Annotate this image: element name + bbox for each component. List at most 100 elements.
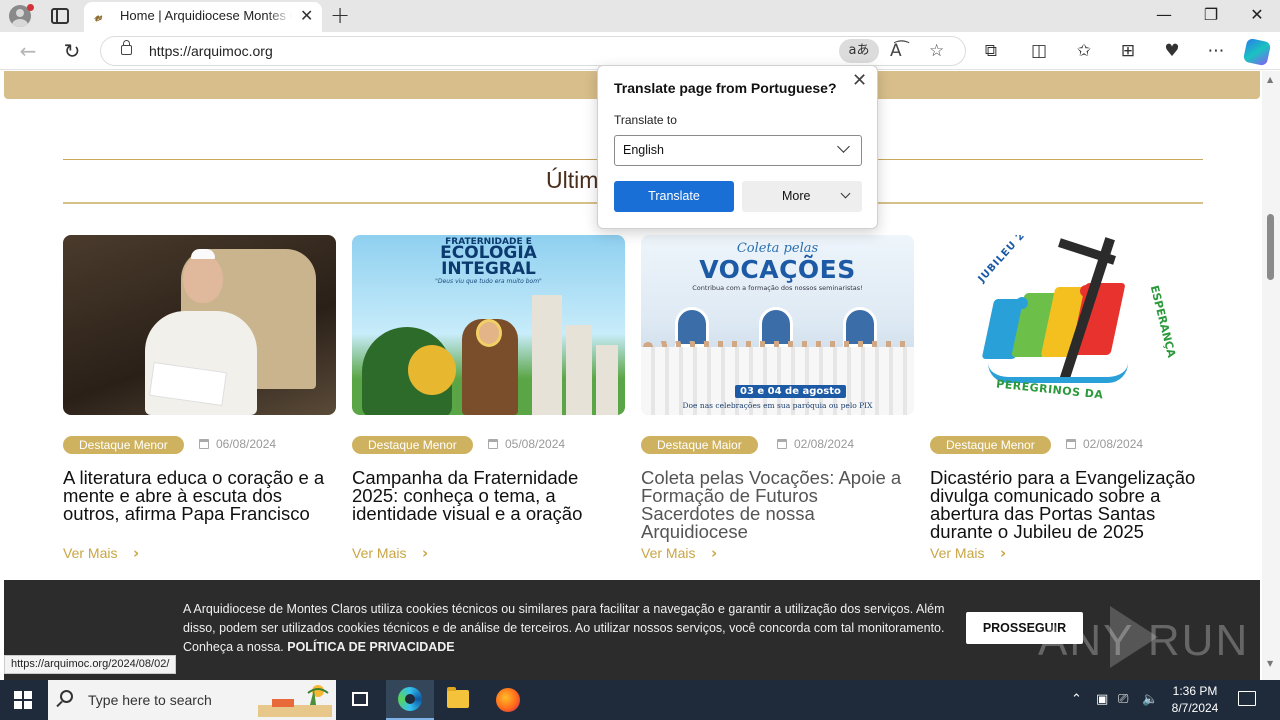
- category-badge[interactable]: Destaque Menor: [930, 436, 1051, 454]
- new-tab-button[interactable]: +: [330, 3, 350, 27]
- chevron-down-icon: [837, 140, 850, 153]
- firefox-button[interactable]: [484, 680, 532, 720]
- edge-icon: [398, 687, 422, 711]
- post-thumbnail-jubileu[interactable]: JUBILEU 2025 ESPERANÇA PEREGRINOS DA: [930, 235, 1203, 415]
- notification-icon[interactable]: [1238, 691, 1256, 706]
- image-text: "Deus viu que tudo era muito bom": [435, 278, 542, 285]
- collections-icon[interactable]: ⊞: [1115, 40, 1141, 62]
- battery-icon[interactable]: ▣: [1096, 690, 1108, 710]
- window-close-button[interactable]: ✕: [1237, 4, 1277, 26]
- network-icon[interactable]: ⎚: [1118, 690, 1128, 710]
- windows-start-icon[interactable]: [14, 691, 32, 709]
- image-text: 03 e 04 de agosto: [735, 385, 846, 398]
- search-icon: [60, 690, 73, 703]
- calendar-icon: [777, 439, 787, 449]
- active-tab[interactable]: 𝓋 Home | Arquidiocese Montes Claros ✕: [84, 2, 322, 32]
- volume-icon[interactable]: 🔈: [1142, 690, 1158, 710]
- more-button-label: More: [782, 189, 811, 203]
- search-placeholder: Type here to search: [88, 692, 212, 708]
- image-text: Contribua com a formação dos nossos semi…: [692, 284, 863, 292]
- refresh-icon[interactable]: ↻: [58, 39, 86, 63]
- page-scrollbar[interactable]: ▲ ▼: [1262, 71, 1280, 680]
- selected-language: English: [623, 143, 664, 157]
- read-aloud-icon[interactable]: A͡: [890, 40, 902, 62]
- more-button[interactable]: More: [742, 181, 862, 212]
- image-text: Doe nas celebrações em sua paróquia ou p…: [682, 401, 873, 410]
- read-more-link[interactable]: Ver Mais: [352, 545, 406, 561]
- cookie-text: A Arquidiocese de Montes Claros utiliza …: [183, 602, 945, 654]
- tab-strip: 𝓋 Home | Arquidiocese Montes Claros ✕ + …: [0, 0, 1280, 32]
- clock-date: 8/7/2024: [1171, 701, 1219, 715]
- read-more-link[interactable]: Ver Mais: [641, 545, 695, 561]
- category-badge[interactable]: Destaque Menor: [352, 436, 473, 454]
- calendar-icon: [199, 439, 209, 449]
- status-url: https://arquimoc.org/2024/08/02/: [4, 655, 177, 674]
- post-date: 02/08/2024: [1083, 437, 1144, 451]
- post-thumbnail-ecologia[interactable]: FRATERNIDADE E ECOLOGIA INTEGRAL "Deus vi…: [352, 235, 625, 415]
- post-title[interactable]: Dicastério para a Evangelização divulga …: [930, 468, 1203, 541]
- performance-icon[interactable]: ♥: [1159, 40, 1185, 62]
- chevron-right-icon[interactable]: ›: [1000, 544, 1006, 562]
- post-title[interactable]: Coleta pelas Vocações: Apoie a Formação …: [641, 468, 914, 541]
- clock-time: 1:36 PM: [1172, 684, 1218, 698]
- post-date: 02/08/2024: [794, 437, 855, 451]
- system-clock[interactable]: 1:36 PM 8/7/2024: [1165, 683, 1225, 717]
- category-badge[interactable]: Destaque Menor: [63, 436, 184, 454]
- category-badge[interactable]: Destaque Maior: [641, 436, 758, 454]
- extensions-icon[interactable]: ⧉: [978, 40, 1004, 62]
- post-thumbnail-vocacoes[interactable]: Coleta pelas VOCAÇÕES Contribua com a fo…: [641, 235, 914, 415]
- edge-taskbar-button[interactable]: [386, 680, 434, 720]
- profile-notification-dot: [27, 4, 34, 11]
- taskbar: Type here to search ⌃ ▣ ⎚ 🔈 1:36 PM 8/7/…: [0, 680, 1280, 720]
- chevron-right-icon[interactable]: ›: [711, 544, 717, 562]
- file-explorer-button[interactable]: [434, 680, 482, 720]
- tab-title: Home | Arquidiocese Montes Claros: [120, 8, 292, 23]
- translate-popup: Translate page from Portuguese? ✕ Transl…: [597, 65, 878, 229]
- chevron-right-icon[interactable]: ›: [422, 544, 428, 562]
- chevron-right-icon[interactable]: ›: [133, 544, 139, 562]
- scrollbar-thumb[interactable]: [1267, 214, 1274, 280]
- restore-button[interactable]: ❐: [1191, 4, 1231, 26]
- post-title[interactable]: Campanha da Fraternidade 2025: conheça o…: [352, 468, 625, 523]
- scroll-down-icon[interactable]: ▼: [1267, 659, 1273, 668]
- task-view-icon: [352, 692, 368, 706]
- copilot-icon[interactable]: [1242, 37, 1272, 67]
- favorite-star-icon[interactable]: ☆: [929, 40, 944, 62]
- tab-actions-icon[interactable]: [51, 8, 69, 24]
- read-more-link[interactable]: Ver Mais: [63, 545, 117, 561]
- privacy-policy-link[interactable]: POLÍTICA DE PRIVACIDADE: [287, 640, 454, 654]
- image-text: ECOLOGIA INTEGRAL: [440, 243, 537, 279]
- tab-close-icon[interactable]: ✕: [300, 7, 313, 25]
- more-icon[interactable]: ⋯: [1203, 40, 1229, 62]
- image-text: ESPERANÇA: [1147, 284, 1179, 359]
- firefox-icon: [496, 688, 520, 712]
- read-more-link[interactable]: Ver Mais: [930, 545, 984, 561]
- chevron-down-icon: [840, 188, 851, 199]
- folder-icon: [447, 687, 469, 708]
- translate-to-label: Translate to: [614, 113, 677, 127]
- translate-button[interactable]: Translate: [614, 181, 734, 212]
- address-bar[interactable]: https://arquimoc.org aあ A͡ ☆: [100, 36, 966, 66]
- taskbar-search-box[interactable]: Type here to search: [48, 680, 336, 720]
- split-screen-icon[interactable]: ◫: [1026, 40, 1052, 62]
- watermark-play-icon: [1110, 606, 1158, 668]
- chevron-up-icon[interactable]: ⌃: [1071, 690, 1082, 710]
- post-thumbnail-pope[interactable]: [63, 235, 336, 415]
- scroll-up-icon[interactable]: ▲: [1267, 75, 1273, 84]
- close-icon[interactable]: ✕: [852, 70, 867, 90]
- image-text: JUBILEU 2025: [976, 235, 1044, 285]
- task-view-button[interactable]: [336, 680, 384, 720]
- back-icon[interactable]: ←: [14, 39, 42, 63]
- url-text[interactable]: https://arquimoc.org: [149, 43, 273, 59]
- post-date: 06/08/2024: [216, 437, 277, 451]
- search-highlight-image: [258, 685, 332, 717]
- lock-icon[interactable]: [121, 40, 132, 55]
- translate-icon[interactable]: aあ: [839, 39, 879, 63]
- post-title[interactable]: A literatura educa o coração e a mente e…: [63, 468, 336, 523]
- popup-title: Translate page from Portuguese?: [614, 80, 837, 96]
- favorites-icon[interactable]: ✩: [1071, 40, 1097, 62]
- minimize-button[interactable]: —: [1144, 4, 1184, 26]
- post-date: 05/08/2024: [505, 437, 566, 451]
- calendar-icon: [488, 439, 498, 449]
- language-select[interactable]: English: [614, 135, 862, 166]
